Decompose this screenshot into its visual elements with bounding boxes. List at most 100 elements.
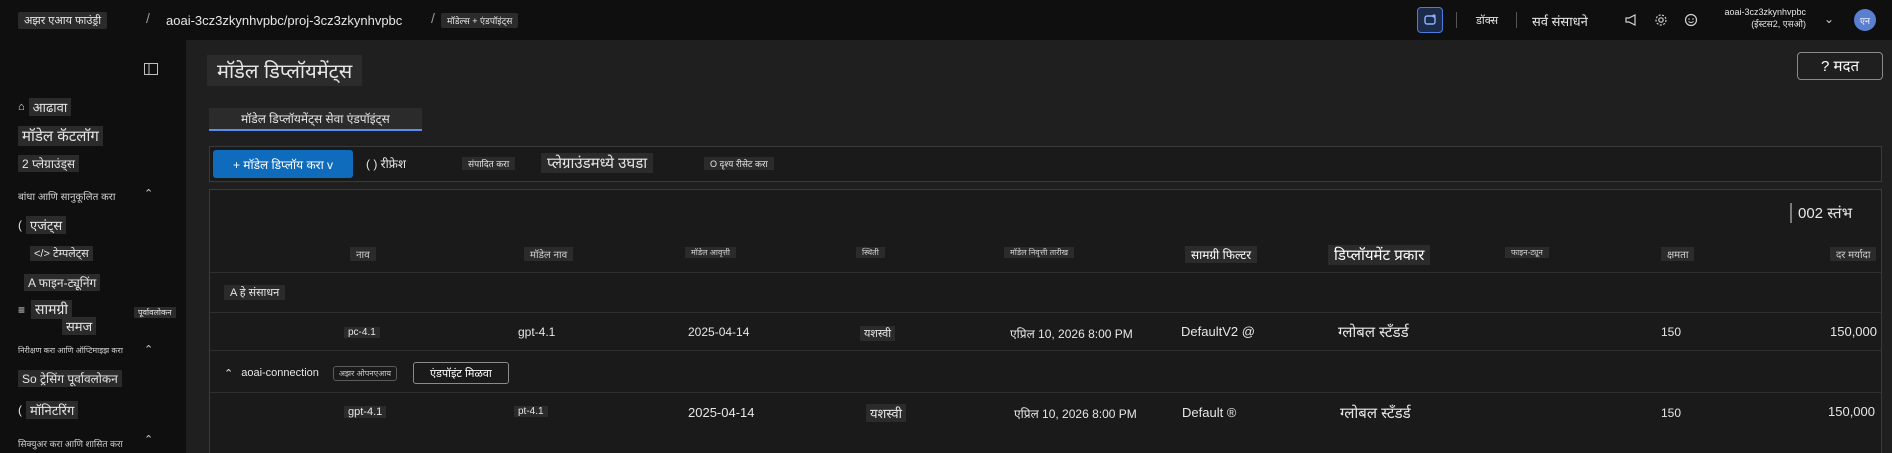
sidebar-item-label: एजंट्स [26, 216, 67, 234]
sidebar-section-observe[interactable]: निरीक्षण करा आणि ऑप्टिमाइझ करा [18, 345, 123, 356]
megaphone-icon[interactable] [1617, 6, 1645, 34]
section-breadcrumb[interactable]: मॉडेल्स + एंडपॉइंट्स [441, 11, 519, 29]
sidebar-item-label: मॉडेल कॅटलॉग [18, 126, 103, 146]
sidebar-item-label: A फाइन-ट्यूनिंग [24, 274, 101, 291]
brand-link[interactable]: अझर एआय फाउंड्री [18, 11, 108, 29]
docs-link[interactable]: डॉक्स [1476, 13, 1498, 28]
column-header-model-version[interactable]: मॉडेल आवृत्ती [685, 247, 737, 258]
column-header-rate-limit[interactable]: दर मर्यादा [1830, 247, 1877, 261]
account-name: aoai-3cz3zkynhvpbc [1724, 7, 1806, 17]
row-divider [210, 350, 1881, 351]
refresh-button[interactable]: ( ) रीफ्रेश [366, 155, 406, 172]
sidebar-item-label: So ट्रेसिंग पूर्वावलोकन [18, 370, 122, 387]
row-divider [210, 312, 1881, 313]
column-header-model-name[interactable]: मॉडेल नाव [524, 247, 574, 261]
sidebar-item-fine-tuning[interactable]: A फाइन-ट्यूनिंग [24, 274, 101, 291]
row-divider [210, 392, 1881, 393]
sidebar-item-overview[interactable]: ⌂ आढावा [18, 98, 72, 116]
chevron-up-icon[interactable]: ⌃ [144, 187, 153, 200]
column-header-content-filter[interactable]: सामग्री फिल्टर [1185, 246, 1258, 263]
sidebar-item-monitoring[interactable]: ( मॉनिटरिंग [18, 401, 79, 419]
cell-name[interactable]: pc-4.1 [344, 327, 380, 338]
account-info[interactable]: aoai-3cz3zkynhvpbc (ईस्टस2, एसओ) [1712, 6, 1806, 30]
chevron-up-icon[interactable]: ⌃ [144, 343, 153, 356]
brand-label: अझर एआय फाउंड्री [18, 11, 108, 29]
column-header-fine-tune[interactable]: फाइन-ट्यून [1505, 247, 1549, 258]
row-divider [210, 272, 1881, 273]
divider [1456, 12, 1457, 28]
column-header-retirement-date[interactable]: मॉडेल निवृत्ती तारीख [1004, 247, 1075, 258]
cell-rate-limit: 150,000 [1830, 324, 1877, 339]
sidebar-item-agents[interactable]: ( एजंट्स [18, 216, 67, 234]
connection-name: aoai-connection [241, 367, 319, 379]
group-header-connection[interactable]: ⌃ aoai-connection अझर ओपनएआय एंडपॉइंट मि… [224, 362, 509, 384]
sidebar-section-build[interactable]: बांधा आणि सानुकूलित करा [18, 189, 115, 203]
column-header-capacity[interactable]: क्षमता [1661, 247, 1695, 261]
preview-badge: पूर्वावलोकन [134, 307, 176, 318]
divider [1516, 12, 1517, 28]
toolbar: + मॉडेल डिप्लॉय करा v ( ) रीफ्रेश संपादि… [209, 146, 1882, 182]
sidebar-item-label: </> टेम्पलेट्स [30, 246, 93, 261]
cell-capacity: 150 [1661, 325, 1682, 339]
gear-icon[interactable] [1647, 6, 1675, 34]
columns-button[interactable]: 002 स्तंभ [1790, 203, 1859, 223]
chevron-down-icon[interactable]: ⌄ [1824, 12, 1834, 26]
open-playground-button[interactable]: प्लेग्राउंडमध्ये उघडा [541, 153, 654, 173]
all-resources-link[interactable]: सर्व संसाधने [1532, 12, 1588, 30]
cell-model: pt-4.1 [514, 406, 548, 417]
sidebar-item-label: समज [62, 317, 97, 335]
connection-type-badge: अझर ओपनएआय [332, 365, 397, 381]
group-header-this-resource[interactable]: A हे संसाधन [224, 285, 286, 300]
sidebar-item-understanding[interactable]: समज [62, 317, 97, 335]
chevron-up-icon[interactable]: ⌃ [224, 367, 233, 380]
sidebar-item-label: आढावा [28, 98, 72, 116]
edit-button[interactable]: संपादित करा [462, 157, 516, 170]
sidebar-item-model-catalog[interactable]: मॉडेल कॅटलॉग [18, 126, 103, 146]
project-breadcrumb[interactable]: aoai-3cz3zkynhvpbc/proj-3cz3zkynhvpbc [166, 11, 402, 29]
column-header-name[interactable]: नाव [350, 247, 376, 261]
cell-model: gpt-4.1 [518, 325, 556, 339]
column-header-deployment-type[interactable]: डिप्लॉयमेंट प्रकार [1328, 245, 1431, 265]
cell-content-filter[interactable]: DefaultV2 @ [1181, 324, 1255, 339]
cell-deployment-type: ग्लोबल स्टँडर्ड [1340, 405, 1411, 422]
sidebar-item-label: 2 प्लेग्राउंड्स [18, 155, 80, 172]
preview-badge-label: पूर्वावलोकन [134, 307, 176, 318]
reset-view-button[interactable]: O दृश्य रीसेट करा [704, 157, 774, 170]
tab-model-deployments[interactable]: मॉडेल डिप्लॉयमेंट्स सेवा एंडपॉइंट्स [209, 108, 422, 131]
cell-retirement-date: एप्रिल 10, 2026 8:00 PM [1014, 407, 1137, 421]
cell-content-filter[interactable]: Default ® [1182, 405, 1236, 420]
deploy-model-button[interactable]: + मॉडेल डिप्लॉय करा v [213, 150, 353, 178]
sidebar-item-templates[interactable]: </> टेम्पलेट्स [30, 246, 93, 261]
collapse-sidebar-icon[interactable] [144, 63, 158, 75]
agent-icon: ( [18, 218, 22, 232]
get-endpoint-button[interactable]: एंडपॉइंट मिळवा [412, 362, 509, 384]
chevron-up-icon[interactable]: ⌃ [144, 433, 153, 446]
copilot-icon[interactable] [1417, 7, 1443, 33]
sidebar-item-tracing[interactable]: So ट्रेसिंग पूर्वावलोकन [18, 370, 122, 387]
breadcrumb-separator: / [431, 10, 435, 26]
sidebar-section-label: सिक्युअर करा आणि शासित करा [18, 439, 123, 449]
help-button[interactable]: ? मदत [1797, 52, 1883, 80]
project-path: aoai-3cz3zkynhvpbc/proj-3cz3zkynhvpbc [166, 12, 403, 28]
cell-status: यशस्वी [860, 326, 896, 341]
cell-rate-limit: 150,000 [1828, 404, 1875, 419]
cell-name[interactable]: gpt-4.1 [344, 406, 387, 418]
refresh-label: ( ) रीफ्रेश [366, 157, 407, 171]
column-header-status[interactable]: स्थिती [856, 247, 885, 258]
cell-version: 2025-04-14 [688, 405, 755, 420]
monitor-icon: ( [18, 403, 22, 417]
sidebar-section-secure[interactable]: सिक्युअर करा आणि शासित करा [18, 437, 123, 450]
breadcrumb-separator: / [146, 10, 150, 26]
cell-deployment-type: ग्लोबल स्टँडर्ड [1338, 324, 1409, 341]
home-icon: ⌂ [18, 101, 25, 113]
group-label: A हे संसाधन [224, 285, 286, 300]
open-playground-label: प्लेग्राउंडमध्ये उघडा [541, 153, 654, 173]
reset-view-label: O दृश्य रीसेट करा [704, 157, 774, 170]
avatar[interactable]: एन [1854, 9, 1876, 31]
section-label: मॉडेल्स + एंडपॉइंट्स [441, 12, 519, 28]
cell-status: यशस्वी [866, 404, 907, 422]
sidebar-section-label: निरीक्षण करा आणि ऑप्टिमाइझ करा [18, 346, 123, 355]
content-icon: ≡ [18, 302, 26, 317]
smiley-icon[interactable] [1677, 6, 1705, 34]
sidebar-item-playgrounds[interactable]: 2 प्लेग्राउंड्स [18, 155, 80, 172]
